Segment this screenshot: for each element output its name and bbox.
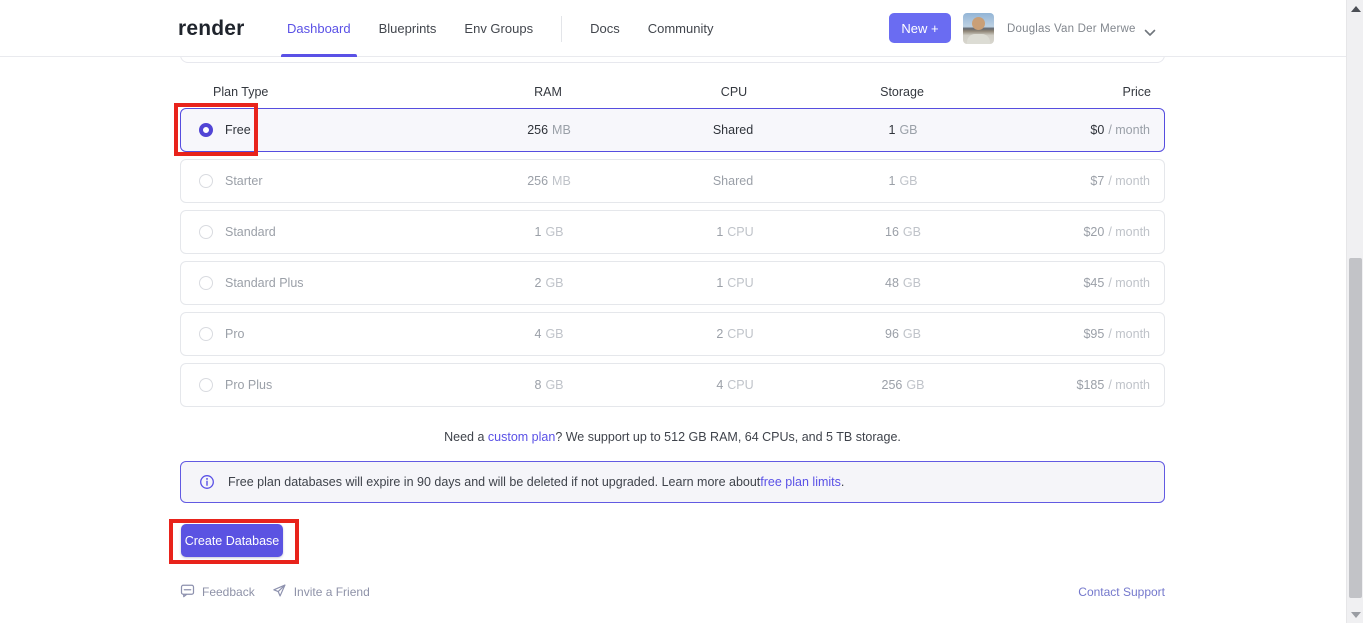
- plan-radio[interactable]: [199, 174, 213, 188]
- footer-links: Feedback Invite a Friend: [180, 583, 370, 600]
- plan-storage-cell: 48GB: [828, 276, 978, 290]
- custom-plan-note: Need a custom plan? We support up to 512…: [180, 430, 1165, 444]
- column-header-ram: RAM: [455, 85, 641, 99]
- plan-storage-cell: 96GB: [828, 327, 978, 341]
- info-icon: [199, 474, 215, 490]
- plan-cpu-cell: 1CPU: [642, 225, 828, 239]
- plan-price-cell: $20/ month: [978, 225, 1164, 239]
- scrollbar-thumb[interactable]: [1349, 258, 1362, 598]
- user-menu-name[interactable]: Douglas Van Der Merwe: [1007, 0, 1136, 57]
- plan-name: Free: [225, 123, 251, 137]
- plan-storage-cell: 16GB: [828, 225, 978, 239]
- feedback-link[interactable]: Feedback: [180, 583, 255, 601]
- plan-radio[interactable]: [199, 327, 213, 341]
- plan-row[interactable]: Pro 4GB 2CPU 96GB $95/ month: [180, 312, 1165, 356]
- plans-table-header: Plan Type RAM CPU Storage Price: [180, 84, 1165, 100]
- plan-storage-cell: 1GB: [828, 174, 978, 188]
- plan-ram-cell: 256MB: [456, 174, 642, 188]
- plan-radio[interactable]: [199, 225, 213, 239]
- column-header-plan-type: Plan Type: [180, 85, 455, 99]
- plan-cpu-cell: 1CPU: [642, 276, 828, 290]
- plans-rows: Free 256MB Shared 1GB $0/ month Starter …: [180, 108, 1165, 407]
- plan-radio[interactable]: [199, 378, 213, 392]
- scrollbar-down-arrow[interactable]: [1347, 606, 1363, 623]
- feedback-icon: [180, 583, 195, 601]
- main-nav: Dashboard Blueprints Env Groups Docs Com…: [287, 0, 713, 57]
- chevron-down-icon[interactable]: [1144, 24, 1156, 42]
- plan-name: Starter: [225, 174, 263, 188]
- scrollbar-up-arrow[interactable]: [1347, 0, 1363, 17]
- top-navbar: render Dashboard Blueprints Env Groups D…: [0, 0, 1346, 57]
- nav-divider: [561, 16, 562, 42]
- plan-price-cell: $0/ month: [978, 123, 1164, 137]
- plan-cpu-cell: Shared: [642, 123, 828, 137]
- plan-name: Standard: [225, 225, 276, 239]
- plan-ram-cell: 4GB: [456, 327, 642, 341]
- plan-row[interactable]: Starter 256MB Shared 1GB $7/ month: [180, 159, 1165, 203]
- contact-support-link[interactable]: Contact Support: [1078, 583, 1165, 600]
- column-header-cpu: CPU: [641, 85, 827, 99]
- column-header-price: Price: [977, 85, 1165, 99]
- plan-name: Pro Plus: [225, 378, 272, 392]
- column-header-storage: Storage: [827, 85, 977, 99]
- plan-row[interactable]: Standard 1GB 1CPU 16GB $20/ month: [180, 210, 1165, 254]
- plan-price-cell: $185/ month: [978, 378, 1164, 392]
- plan-name: Standard Plus: [225, 276, 304, 290]
- plan-row[interactable]: Standard Plus 2GB 1CPU 48GB $45/ month: [180, 261, 1165, 305]
- plan-ram-cell: 256MB: [456, 123, 642, 137]
- custom-plan-link[interactable]: custom plan: [488, 430, 555, 444]
- plan-price-cell: $7/ month: [978, 174, 1164, 188]
- new-button[interactable]: New +: [889, 13, 951, 43]
- plan-cpu-cell: 4CPU: [642, 378, 828, 392]
- send-icon: [272, 583, 287, 601]
- plan-row[interactable]: Pro Plus 8GB 4CPU 256GB $185/ month: [180, 363, 1165, 407]
- avatar[interactable]: [963, 13, 994, 44]
- plan-storage-cell: 1GB: [828, 123, 978, 137]
- plan-storage-cell: 256GB: [828, 378, 978, 392]
- create-database-button[interactable]: Create Database: [181, 524, 283, 557]
- nav-dashboard[interactable]: Dashboard: [287, 0, 351, 57]
- nav-blueprints[interactable]: Blueprints: [379, 0, 437, 57]
- invite-friend-link[interactable]: Invite a Friend: [272, 583, 370, 601]
- plan-price-cell: $95/ month: [978, 327, 1164, 341]
- plan-name: Pro: [225, 327, 244, 341]
- plan-price-cell: $45/ month: [978, 276, 1164, 290]
- feedback-label: Feedback: [202, 585, 255, 599]
- plan-radio[interactable]: [199, 276, 213, 290]
- plan-row[interactable]: Free 256MB Shared 1GB $0/ month: [180, 108, 1165, 152]
- free-plan-limits-link[interactable]: free plan limits: [760, 475, 841, 489]
- nav-docs[interactable]: Docs: [590, 0, 620, 57]
- free-plan-info-banner: Free plan databases will expire in 90 da…: [180, 461, 1165, 503]
- nav-env-groups[interactable]: Env Groups: [464, 0, 533, 57]
- custom-plan-note-suffix: ? We support up to 512 GB RAM, 64 CPUs, …: [555, 430, 901, 444]
- plan-cpu-cell: 2CPU: [642, 327, 828, 341]
- invite-friend-label: Invite a Friend: [294, 585, 370, 599]
- plan-ram-cell: 2GB: [456, 276, 642, 290]
- plan-ram-cell: 1GB: [456, 225, 642, 239]
- render-logo[interactable]: render: [178, 0, 245, 57]
- info-banner-text: Free plan databases will expire in 90 da…: [228, 475, 760, 489]
- scrollbar[interactable]: [1346, 0, 1363, 623]
- plan-cpu-cell: Shared: [642, 174, 828, 188]
- plan-radio[interactable]: [199, 123, 213, 137]
- plan-ram-cell: 8GB: [456, 378, 642, 392]
- custom-plan-note-prefix: Need a: [444, 430, 488, 444]
- nav-community[interactable]: Community: [648, 0, 714, 57]
- info-banner-suffix: .: [841, 475, 844, 489]
